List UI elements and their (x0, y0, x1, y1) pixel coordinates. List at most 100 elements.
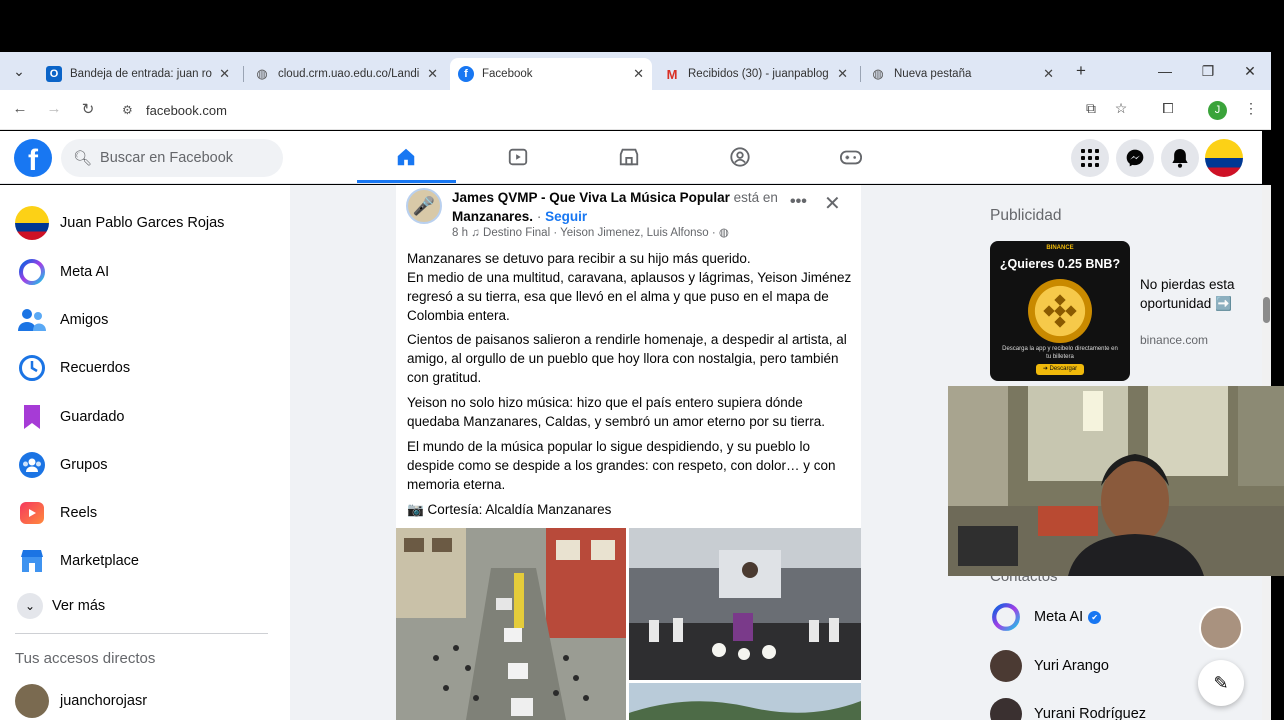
new-tab-plus-icon[interactable]: + (1066, 58, 1096, 84)
close-tab-icon[interactable]: ✕ (427, 66, 438, 82)
separator-dot: · (536, 209, 542, 224)
ad-cta-button[interactable]: ➜ Descargar (1036, 364, 1084, 375)
tab-title: cloud.crm.uao.edu.co/Landi (278, 68, 420, 80)
tab-separator (243, 66, 244, 82)
close-tab-icon[interactable]: ✕ (837, 66, 848, 82)
ad-creative[interactable]: BINANCE ¿Quieres 0.25 BNB? Descarga la a… (990, 241, 1130, 381)
profile-avatar[interactable]: J (1208, 101, 1227, 120)
outlook-icon: O (46, 66, 62, 82)
post-author-avatar[interactable]: 🎤 (406, 188, 442, 224)
sidebar-item-marketplace[interactable]: Marketplace (15, 541, 139, 581)
ad-text[interactable]: No pierdas esta oportunidad ➡️ (1140, 275, 1250, 313)
tab-new[interactable]: ◍ Nueva pestaña ✕ (862, 58, 1062, 90)
sidebar-item-label: Reels (60, 505, 98, 521)
menu-grid-icon[interactable] (1071, 139, 1109, 177)
saved-icon (15, 400, 49, 434)
chat-head-avatar[interactable] (1199, 606, 1243, 650)
ad-subtext: Descarga la app y recibelo directamente … (1002, 346, 1118, 360)
facebook-logo[interactable]: f (14, 139, 52, 177)
tab-gmail[interactable]: M Recibidos (30) - juanpablog ✕ (656, 58, 856, 90)
sidebar-item-saved[interactable]: Guardado (15, 397, 125, 437)
extensions-puzzle-icon[interactable]: ⧠ (1158, 100, 1178, 117)
tab-crm[interactable]: ◍ cloud.crm.uao.edu.co/Landi ✕ (246, 58, 446, 90)
sidebar-item-meta-ai[interactable]: Meta AI (15, 252, 109, 292)
ad-domain: binance.com (1140, 333, 1209, 347)
contact-name: Meta AI (1034, 609, 1084, 625)
messenger-icon[interactable] (1116, 139, 1154, 177)
close-post-icon[interactable]: ✕ (824, 191, 841, 216)
home-nav-icon[interactable] (391, 144, 421, 170)
post-photo-ceremony[interactable] (629, 528, 861, 680)
sidebar-item-memories[interactable]: Recuerdos (15, 348, 130, 388)
post-song[interactable]: ♫ Destino Final · Yeison Jimenez, Luis A… (471, 227, 716, 239)
compose-icon: ✎ (1213, 672, 1229, 693)
marketplace-nav-icon[interactable] (614, 144, 644, 170)
post-photo-landscape[interactable] (629, 683, 861, 720)
tab-outlook[interactable]: O Bandeja de entrada: juan ro ✕ (38, 58, 238, 90)
left-sidebar: Juan Pablo Garces Rojas Meta AI Amigos R… (0, 185, 290, 720)
address-bar[interactable]: ⚙ facebook.com (112, 96, 1122, 124)
facebook-search-input[interactable]: 🔍︎ Buscar en Facebook (61, 139, 283, 177)
new-message-button[interactable]: ✎ (1198, 660, 1244, 706)
facebook-icon: f (458, 66, 474, 82)
active-nav-underline (357, 180, 456, 183)
bookmark-star-icon[interactable]: ☆ (1111, 100, 1131, 117)
contact-name: Yuri Arango (1034, 658, 1109, 674)
sidebar-divider (15, 633, 268, 634)
bnb-coin-icon (1028, 279, 1092, 343)
post-meta: 8 h ♫ Destino Final · Yeison Jimenez, Lu… (452, 225, 729, 239)
post-time[interactable]: 8 h (452, 227, 468, 239)
install-app-icon[interactable]: ⧉ (1081, 100, 1101, 117)
follow-link[interactable]: Seguir (545, 209, 587, 224)
sidebar-item-groups[interactable]: Grupos (15, 445, 108, 485)
contact-item-meta-ai[interactable]: Meta AI ✔ (990, 599, 1102, 635)
close-tab-icon[interactable]: ✕ (1043, 66, 1054, 82)
sidebar-item-label: Recuerdos (60, 360, 131, 376)
scrollbar-thumb[interactable] (1263, 297, 1270, 323)
account-avatar[interactable] (1205, 139, 1243, 177)
close-window-icon[interactable]: ✕ (1235, 58, 1265, 84)
sidebar-see-more[interactable]: ⌄ Ver más (15, 586, 105, 626)
sidebar-shortcut-item[interactable]: juanchorojasr (15, 681, 147, 720)
browser-toolbar: ← → ↻ ⚙ facebook.com ⧉ ☆ ⧠ J ⋮ (0, 90, 1271, 130)
back-arrow-icon[interactable]: ← (10, 100, 30, 117)
tab-title: Nueva pestaña (894, 68, 972, 80)
profile-avatar (15, 206, 49, 240)
post-author-name[interactable]: James QVMP - Que Viva La Música Popular (452, 190, 730, 205)
contact-item[interactable]: Yuri Arango (990, 648, 1109, 684)
restore-icon[interactable]: ❐ (1193, 58, 1223, 84)
contact-item[interactable]: Yurani Rodríguez (990, 696, 1146, 720)
tab-search-chevron-icon[interactable]: ⌄ (4, 58, 34, 84)
sidebar-item-label: Meta AI (60, 264, 110, 280)
close-tab-icon[interactable]: ✕ (633, 66, 644, 82)
facebook-header: f 🔍︎ Buscar en Facebook (0, 131, 1262, 184)
ad-headline: ¿Quieres 0.25 BNB? (999, 257, 1121, 271)
gaming-nav-icon[interactable] (836, 144, 866, 170)
video-nav-icon[interactable] (503, 144, 533, 170)
notifications-bell-icon[interactable] (1161, 139, 1199, 177)
minimize-icon[interactable]: — (1150, 58, 1180, 84)
browser-tab-strip: ⌄ O Bandeja de entrada: juan ro ✕ ◍ clou… (0, 52, 1271, 90)
post-paragraph: Cientos de paisanos salieron a rendirle … (407, 332, 847, 385)
chrome-icon: ◍ (872, 66, 884, 81)
reload-icon[interactable]: ↻ (78, 100, 98, 118)
sidebar-item-profile[interactable]: Juan Pablo Garces Rojas (15, 203, 224, 243)
globe-icon: ◍ (718, 227, 729, 239)
more-options-icon[interactable]: ••• (790, 193, 807, 211)
post-paragraph: El mundo de la música popular lo sigue d… (407, 439, 836, 492)
tab-title: Recibidos (30) - juanpablog (688, 68, 829, 80)
see-more-label: Ver más (52, 598, 106, 614)
close-tab-icon[interactable]: ✕ (219, 66, 230, 82)
post-photo-street[interactable] (396, 528, 626, 720)
post-location[interactable]: Manzanares. (452, 209, 533, 224)
sidebar-item-friends[interactable]: Amigos (15, 300, 108, 340)
url-text: facebook.com (146, 102, 227, 118)
sidebar-item-reels[interactable]: Reels (15, 493, 97, 533)
tab-title: Facebook (482, 68, 533, 80)
forward-arrow-icon[interactable]: → (44, 100, 64, 117)
chrome-menu-icon[interactable]: ⋮ (1241, 100, 1261, 117)
groups-nav-icon[interactable] (725, 144, 755, 170)
post-paragraph: Manzanares se detuvo para recibir a su h… (407, 251, 852, 323)
site-info-icon[interactable]: ⚙ (122, 103, 133, 117)
tab-facebook[interactable]: f Facebook ✕ (450, 58, 652, 90)
